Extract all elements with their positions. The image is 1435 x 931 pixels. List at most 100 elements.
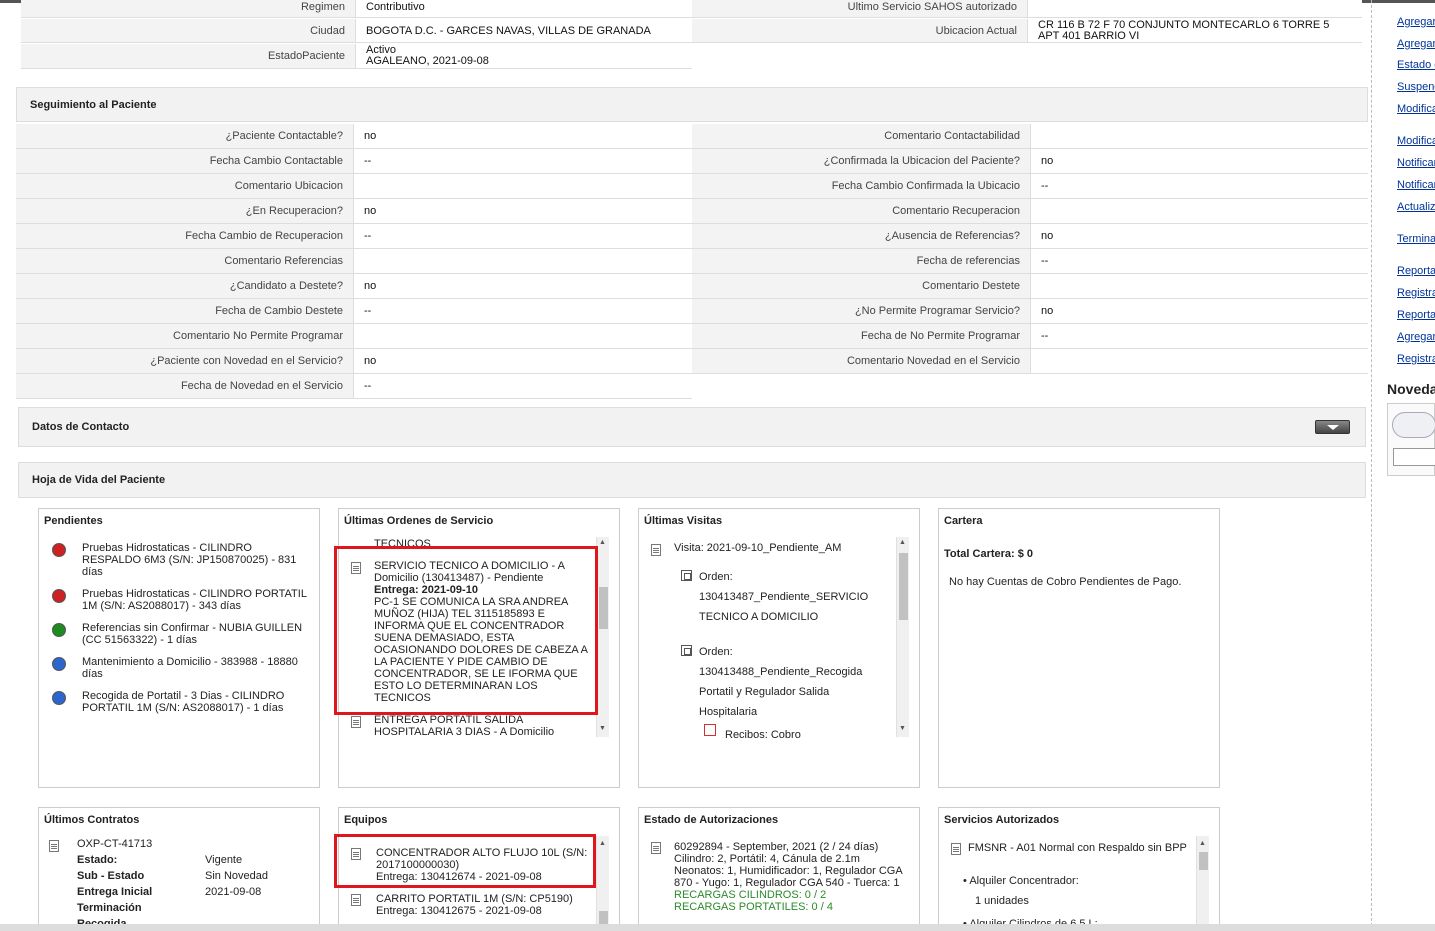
equipo-item-2[interactable]: CARRITO PORTATIL 1M (S/N: CP5190) Entreg…: [376, 893, 591, 917]
equipos-title: Equipos: [344, 814, 388, 826]
seg-value: --: [354, 224, 692, 248]
seg-label: ¿No Permite Programar Servicio?: [692, 299, 1031, 323]
sidebar-link[interactable]: Agregar: [1397, 16, 1435, 28]
panel-cartera: Cartera Total Cartera: $ 0 No hay Cuenta…: [938, 508, 1220, 788]
pendiente-item[interactable]: Pruebas Hidrostaticas - CILINDRO RESPALD…: [82, 542, 307, 578]
contrato-field-value: Vigente: [205, 854, 243, 866]
sidebar-link[interactable]: Suspend: [1397, 81, 1435, 93]
sidebar-link[interactable]: Notificar: [1397, 157, 1435, 169]
aut-line2: Cilindro: 2, Portátil: 4, Cánula de 2.1m: [674, 853, 860, 865]
seg-row: Comentario Referencias: [16, 249, 692, 274]
seg-row: Comentario Ubicacion: [16, 174, 692, 199]
contratos-title: Últimos Contratos: [44, 814, 140, 826]
seg-value: [354, 249, 692, 273]
cartera-total: Total Cartera: $ 0: [944, 548, 1034, 560]
horizontal-scrollbar[interactable]: [0, 924, 1435, 931]
document-icon: [951, 843, 961, 855]
seg-value: [354, 324, 692, 348]
servicio-b1-text: Alquiler Concentrador:: [969, 875, 1079, 887]
orden-icon: [681, 645, 692, 656]
seg-row: Fecha de Cambio Destete --: [16, 299, 692, 324]
sidebar-link[interactable]: Notificar: [1397, 179, 1435, 191]
seg-value: --: [1031, 324, 1368, 348]
visita-line[interactable]: Visita: 2021-09-10_Pendiente_AM: [674, 542, 841, 554]
scroll-thumb[interactable]: [1199, 852, 1208, 870]
seg-label: Fecha Cambio de Recuperacion: [16, 224, 354, 248]
value-regimen: Contributivo: [356, 0, 692, 17]
seg-value: [1031, 274, 1368, 298]
label-regimen: Regimen: [21, 0, 356, 17]
orden1-line2: TECNICO A DOMICILIO: [699, 611, 819, 623]
sidebar-link[interactable]: Reporta: [1397, 309, 1435, 321]
seg-value: no: [1031, 224, 1368, 248]
document-icon: [49, 840, 59, 852]
equipos-scrollbar[interactable]: ▲: [596, 836, 609, 931]
pendiente-item[interactable]: Mantenimiento a Domicilio - 383988 - 188…: [82, 656, 307, 680]
chevron-down-icon: [1327, 425, 1339, 430]
cartera-title: Cartera: [944, 515, 983, 527]
sidebar-link[interactable]: Agregar: [1397, 331, 1435, 343]
seg-value: --: [1031, 174, 1368, 198]
scroll-up-icon[interactable]: ▲: [599, 840, 606, 848]
scroll-thumb[interactable]: [899, 553, 908, 620]
contrato-field-label: Estado:: [77, 854, 118, 866]
section-hoja-vida: Hoja de Vida del Paciente: [18, 462, 1366, 498]
scroll-up-icon[interactable]: ▲: [899, 539, 906, 547]
seg-value: no: [1031, 299, 1368, 323]
orden-item-2[interactable]: ENTREGA PORTATIL SALIDA HOSPITALARIA 3 D…: [374, 714, 592, 738]
sidebar-link[interactable]: Estado d: [1397, 59, 1435, 71]
scroll-up-icon[interactable]: ▲: [1199, 840, 1206, 848]
autorizacion-item[interactable]: 60292894 - September, 2021 (2 / 24 días)…: [674, 841, 914, 913]
panel-pendientes: Pendientes Pruebas Hidrostaticas - CILIN…: [38, 508, 320, 788]
seg-row: Fecha Cambio de Recuperacion --: [16, 224, 692, 249]
orden2-line3: Hospitalaria: [699, 706, 758, 718]
seg-label: Fecha Cambio Contactable: [16, 149, 354, 173]
row-regimen: Regimen Contributivo Ultimo Servicio SAH…: [21, 0, 1362, 18]
value-ciudad: BOGOTA D.C. - GARCES NAVAS, VILLAS DE GR…: [356, 19, 692, 42]
cloud-icon: [1392, 412, 1435, 438]
equipo-2-name: CARRITO PORTATIL 1M (S/N: CP5190): [376, 893, 573, 905]
sidebar-link[interactable]: Registra: [1397, 287, 1435, 299]
pendiente-item[interactable]: Recogida de Portatil - 3 Dias - CILINDRO…: [82, 690, 307, 714]
section-contacto: Datos de Contacto: [18, 407, 1366, 447]
sidebar-link[interactable]: Reporta: [1397, 265, 1435, 277]
cartera-msg: No hay Cuentas de Cobro Pendientes de Pa…: [949, 576, 1182, 588]
panel-contratos: Últimos Contratos OXP-CT-41713 Estado: Vi…: [38, 807, 320, 931]
seg-value: --: [354, 149, 692, 173]
highlight-box: [334, 834, 596, 888]
contrato-id[interactable]: OXP-CT-41713: [77, 838, 152, 850]
sidebar-link[interactable]: Modifica: [1397, 135, 1435, 147]
seg-label: Fecha de Novedad en el Servicio: [16, 374, 354, 398]
novedades-input[interactable]: [1393, 448, 1435, 466]
sidebar-link[interactable]: Actualiz: [1397, 201, 1435, 213]
value-sahos: [1028, 0, 1362, 17]
seg-row: ¿Candidato a Destete? no: [16, 274, 692, 299]
servicios-scrollbar[interactable]: ▲: [1196, 836, 1209, 931]
scroll-up-icon[interactable]: ▲: [599, 539, 606, 547]
seg-row: ¿Paciente con Novedad en el Servicio? no: [16, 349, 692, 374]
seg-row: ¿En Recuperacion? no: [16, 199, 692, 224]
seg-row: Comentario No Permite Programar: [16, 324, 692, 349]
row-estado: EstadoPaciente Activo AGALEANO, 2021-09-…: [21, 44, 692, 69]
contrato-field-value: Sin Novedad: [205, 870, 268, 882]
sidebar-link[interactable]: Termina: [1397, 233, 1435, 245]
pendiente-item[interactable]: Pruebas Hidrostaticas - CILINDRO PORTATI…: [82, 588, 307, 612]
pendiente-item[interactable]: Referencias sin Confirmar - NUBIA GUILLE…: [82, 622, 307, 646]
sidebar-link[interactable]: Agregar: [1397, 38, 1435, 50]
scroll-thumb[interactable]: [599, 587, 608, 629]
seg-value: no: [354, 124, 692, 148]
seg-label: Comentario Referencias: [16, 249, 354, 273]
seg-row: ¿No Permite Programar Servicio? no: [692, 299, 1368, 324]
scroll-down-icon[interactable]: ▼: [599, 725, 606, 733]
novedades-title: Noveda: [1387, 381, 1435, 397]
visitas-scrollbar[interactable]: ▲ ▼: [896, 537, 909, 737]
seg-row: Comentario Novedad en el Servicio: [692, 349, 1368, 374]
estado-detalle: AGALEANO, 2021-09-08: [366, 55, 489, 67]
pendientes-title: Pendientes: [44, 515, 103, 527]
sidebar-link[interactable]: Modifica: [1397, 103, 1435, 115]
scroll-down-icon[interactable]: ▼: [899, 725, 906, 733]
servicio-line1[interactable]: FMSNR - A01 Normal con Respaldo sin BPP: [968, 842, 1187, 854]
expand-contacto-button[interactable]: [1315, 420, 1350, 434]
sidebar-link[interactable]: Registra: [1397, 353, 1435, 365]
orden2-line2: Portatil y Regulador Salida: [699, 686, 830, 698]
